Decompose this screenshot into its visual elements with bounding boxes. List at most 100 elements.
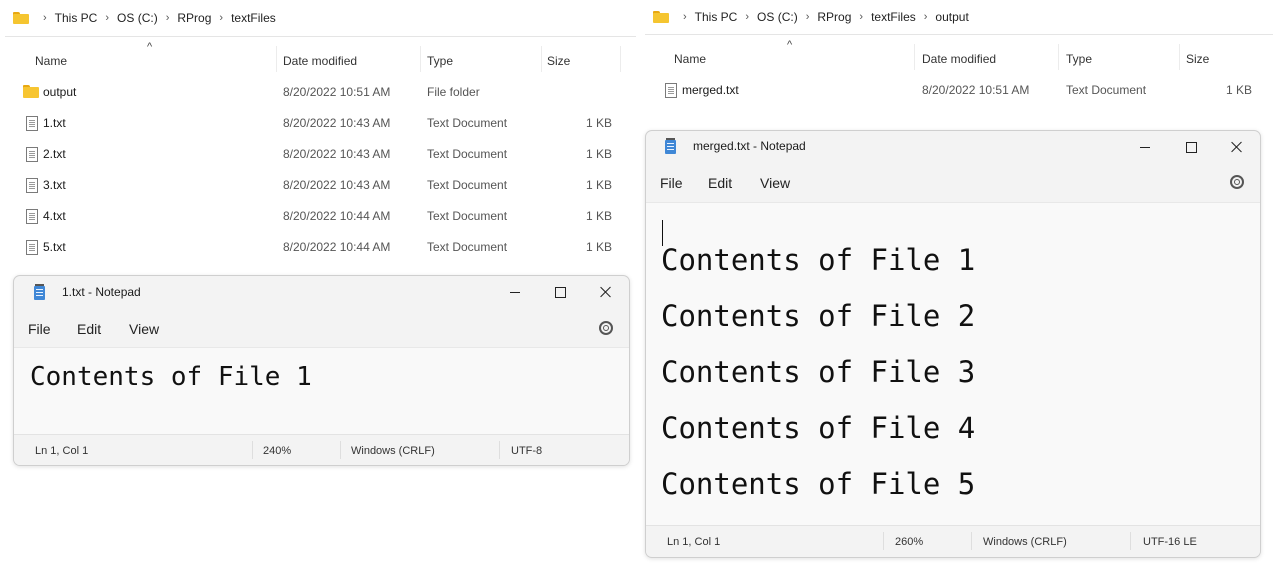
zoom-level: 260% bbox=[895, 536, 924, 548]
chevron-right-icon: › bbox=[745, 11, 750, 23]
menu-view[interactable]: View bbox=[129, 321, 159, 337]
text-editor[interactable]: Contents of File 1 bbox=[14, 347, 629, 434]
chevron-right-icon: › bbox=[165, 12, 170, 24]
status-bar: Ln 1, Col 1 260% Windows (CRLF) UTF-16 L… bbox=[646, 525, 1260, 556]
chevron-right-icon: › bbox=[219, 12, 224, 24]
file-name: 5.txt bbox=[43, 240, 66, 254]
minimize-icon bbox=[510, 291, 520, 293]
close-button[interactable] bbox=[1214, 131, 1260, 163]
file-name: merged.txt bbox=[682, 83, 739, 97]
column-header-name[interactable]: Name bbox=[35, 54, 67, 68]
text-editor[interactable]: Contents of File 1 Contents of File 2 Co… bbox=[646, 202, 1260, 525]
column-header-size[interactable]: Size bbox=[1186, 52, 1209, 66]
column-divider[interactable] bbox=[914, 44, 915, 70]
notepad-icon bbox=[34, 284, 45, 300]
file-row[interactable]: 1.txt 8/20/2022 10:43 AM Text Document 1… bbox=[5, 109, 636, 137]
settings-gear-icon[interactable] bbox=[599, 321, 613, 335]
chevron-right-icon: › bbox=[859, 11, 864, 23]
menu-view[interactable]: View bbox=[760, 175, 790, 191]
text-file-icon bbox=[26, 147, 38, 162]
file-date: 8/20/2022 10:44 AM bbox=[283, 209, 391, 223]
file-row[interactable]: 4.txt 8/20/2022 10:44 AM Text Document 1… bbox=[5, 202, 636, 230]
column-header-date[interactable]: Date modified bbox=[922, 52, 996, 66]
breadcrumb-item-output[interactable]: output bbox=[935, 10, 968, 24]
file-row[interactable]: 5.txt 8/20/2022 10:44 AM Text Document 1… bbox=[5, 233, 636, 261]
file-name: 2.txt bbox=[43, 147, 66, 161]
chevron-right-icon: › bbox=[805, 11, 810, 23]
file-size: 1 KB bbox=[585, 147, 612, 161]
breadcrumb-item-this-pc[interactable]: This PC bbox=[695, 10, 738, 24]
breadcrumb-item-this-pc[interactable]: This PC bbox=[55, 11, 98, 25]
breadcrumb-item-textfiles[interactable]: textFiles bbox=[871, 10, 916, 24]
minimize-button[interactable] bbox=[492, 276, 538, 308]
chevron-right-icon: › bbox=[923, 11, 928, 23]
maximize-icon bbox=[1185, 141, 1197, 153]
left-file-explorer: › This PC › OS (C:) › RProg › textFiles … bbox=[5, 0, 636, 270]
file-type: Text Document bbox=[427, 116, 508, 130]
breadcrumb-item-textfiles[interactable]: textFiles bbox=[231, 11, 276, 25]
file-row[interactable]: 2.txt 8/20/2022 10:43 AM Text Document 1… bbox=[5, 140, 636, 168]
file-row[interactable]: output 8/20/2022 10:51 AM File folder bbox=[5, 78, 636, 106]
status-divider bbox=[499, 441, 500, 459]
title-bar[interactable]: merged.txt - Notepad bbox=[646, 131, 1260, 163]
file-date: 8/20/2022 10:43 AM bbox=[283, 116, 391, 130]
column-header-date[interactable]: Date modified bbox=[283, 54, 357, 68]
breadcrumb-item-drive[interactable]: OS (C:) bbox=[757, 10, 798, 24]
column-divider[interactable] bbox=[276, 46, 277, 72]
minimize-icon bbox=[1140, 146, 1150, 148]
column-header-type[interactable]: Type bbox=[427, 54, 453, 68]
menu-file[interactable]: File bbox=[28, 321, 51, 337]
column-header-name[interactable]: Name bbox=[674, 52, 706, 66]
file-size: 1 KB bbox=[585, 178, 612, 192]
file-name: 1.txt bbox=[43, 116, 66, 130]
text-line: Contents of File 2 bbox=[661, 299, 976, 333]
breadcrumb-item-rprog[interactable]: RProg bbox=[817, 10, 851, 24]
breadcrumb-item-drive[interactable]: OS (C:) bbox=[117, 11, 158, 25]
column-header-size[interactable]: Size bbox=[547, 54, 570, 68]
menu-bar: File Edit View bbox=[14, 313, 629, 347]
notepad-window-left: 1.txt - Notepad File Edit View Contents … bbox=[13, 275, 630, 466]
settings-gear-icon[interactable] bbox=[1230, 175, 1244, 189]
chevron-right-icon: › bbox=[105, 12, 110, 24]
maximize-button[interactable] bbox=[1168, 131, 1214, 163]
close-button[interactable] bbox=[583, 276, 629, 308]
status-divider bbox=[340, 441, 341, 459]
column-divider[interactable] bbox=[1179, 44, 1180, 70]
folder-icon bbox=[653, 11, 669, 23]
chevron-right-icon: › bbox=[43, 12, 47, 24]
maximize-button[interactable] bbox=[537, 276, 583, 308]
column-divider[interactable] bbox=[1058, 44, 1059, 70]
close-icon bbox=[600, 286, 612, 298]
file-name: 4.txt bbox=[43, 209, 66, 223]
breadcrumb-item-rprog[interactable]: RProg bbox=[177, 11, 211, 25]
text-line: Contents of File 5 bbox=[661, 467, 976, 501]
minimize-button[interactable] bbox=[1122, 131, 1168, 163]
file-row[interactable]: 3.txt 8/20/2022 10:43 AM Text Document 1… bbox=[5, 171, 636, 199]
file-name: 3.txt bbox=[43, 178, 66, 192]
cursor-position: Ln 1, Col 1 bbox=[35, 445, 89, 457]
menu-edit[interactable]: Edit bbox=[708, 175, 732, 191]
file-size: 1 KB bbox=[585, 240, 612, 254]
column-divider[interactable] bbox=[541, 46, 542, 72]
text-file-icon bbox=[26, 116, 38, 131]
file-type: Text Document bbox=[427, 209, 508, 223]
menu-edit[interactable]: Edit bbox=[77, 321, 101, 337]
title-bar[interactable]: 1.txt - Notepad bbox=[14, 276, 629, 308]
column-header-row: ^ Name Date modified Type Size bbox=[5, 41, 636, 74]
folder-icon bbox=[23, 85, 39, 98]
status-divider bbox=[883, 532, 884, 550]
column-header-type[interactable]: Type bbox=[1066, 52, 1092, 66]
file-type: Text Document bbox=[427, 178, 508, 192]
line-ending: Windows (CRLF) bbox=[983, 536, 1067, 548]
maximize-icon bbox=[554, 286, 566, 298]
file-row[interactable]: merged.txt 8/20/2022 10:51 AM Text Docum… bbox=[645, 76, 1273, 104]
encoding: UTF-8 bbox=[511, 445, 543, 457]
file-type: Text Document bbox=[427, 240, 508, 254]
menu-file[interactable]: File bbox=[660, 175, 683, 191]
file-name: output bbox=[43, 85, 77, 99]
chevron-right-icon: › bbox=[683, 11, 687, 23]
line-ending: Windows (CRLF) bbox=[351, 445, 435, 457]
column-divider[interactable] bbox=[420, 46, 421, 72]
text-file-icon bbox=[665, 83, 677, 98]
column-divider[interactable] bbox=[620, 46, 621, 72]
